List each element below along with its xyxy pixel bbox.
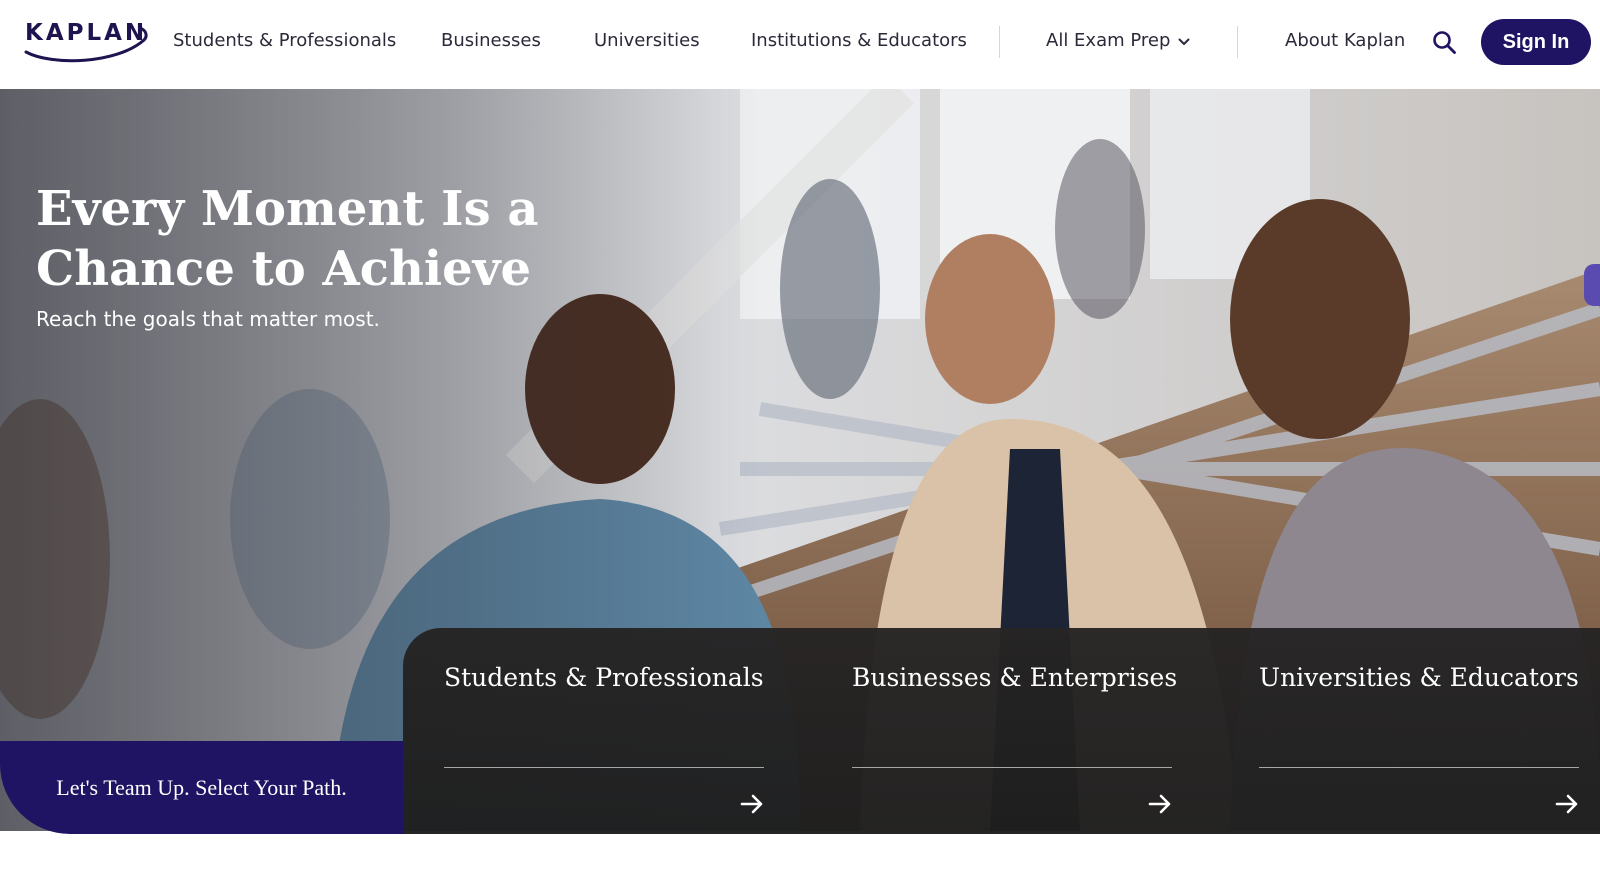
nav-divider — [1237, 26, 1238, 58]
nav-all-exam-prep[interactable]: All Exam Prep — [1046, 30, 1170, 51]
path-card-title: Businesses & Enterprises — [852, 663, 1178, 692]
nav-businesses[interactable]: Businesses — [441, 30, 541, 51]
site-header: KAPLAN Students & Professionals Business… — [0, 0, 1600, 89]
logo-wordmark: KAPLAN — [25, 20, 148, 46]
nav-about-kaplan[interactable]: About Kaplan — [1285, 30, 1405, 51]
hero-subtitle: Reach the goals that matter most. — [36, 307, 380, 331]
hero-title: Every Moment Is a Chance to Achieve — [36, 181, 539, 297]
path-card-students-professionals[interactable]: Students & Professionals — [444, 628, 774, 834]
path-card-title: Universities & Educators — [1259, 663, 1579, 692]
page-body-start — [0, 834, 1600, 884]
feedback-tab[interactable] — [1584, 264, 1600, 306]
nav-institutions-educators[interactable]: Institutions & Educators — [751, 30, 967, 51]
path-selector: Students & Professionals Businesses & En… — [403, 628, 1600, 834]
nav-divider — [999, 26, 1000, 58]
nav-universities[interactable]: Universities — [594, 30, 700, 51]
arrow-right-icon[interactable] — [1147, 791, 1173, 817]
search-icon[interactable] — [1430, 28, 1460, 58]
kaplan-logo[interactable]: KAPLAN — [22, 18, 150, 66]
path-card-divider — [1259, 767, 1579, 768]
path-cta-banner: Let's Team Up. Select Your Path. — [0, 741, 403, 834]
path-card-divider — [852, 767, 1172, 768]
arrow-right-icon[interactable] — [1554, 791, 1580, 817]
chevron-down-icon[interactable] — [1176, 34, 1192, 50]
arrow-right-icon[interactable] — [739, 791, 765, 817]
nav-students-professionals[interactable]: Students & Professionals — [173, 30, 396, 51]
path-card-divider — [444, 767, 764, 768]
path-card-businesses-enterprises[interactable]: Businesses & Enterprises — [852, 628, 1182, 834]
path-card-universities-educators[interactable]: Universities & Educators — [1259, 628, 1589, 834]
path-cta-text: Let's Team Up. Select Your Path. — [56, 774, 347, 800]
path-card-title: Students & Professionals — [444, 663, 764, 692]
sign-in-button[interactable]: Sign In — [1481, 19, 1591, 65]
